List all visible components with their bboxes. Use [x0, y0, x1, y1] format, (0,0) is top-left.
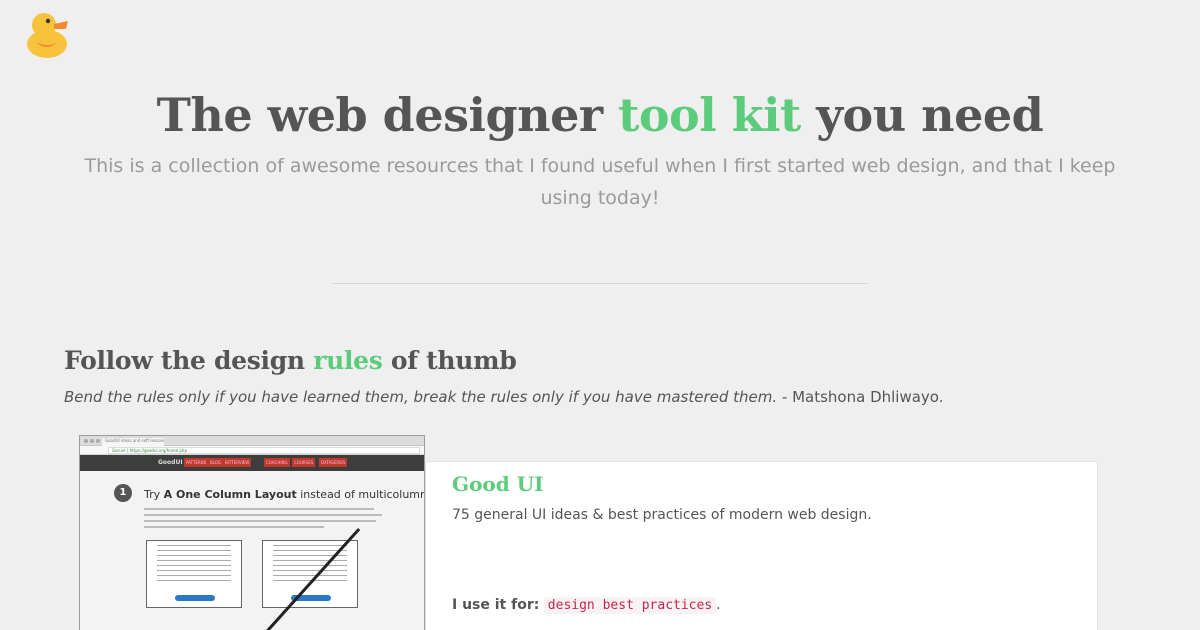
thumb-number-badge: 1 — [114, 484, 132, 502]
resource-description: 75 general UI ideas & best practices of … — [452, 507, 872, 523]
thumb-heading-bold: A One Column Layout — [163, 488, 297, 501]
quote-author: - Matshona Dhliwayo. — [777, 388, 944, 406]
thumb-nav-item: BITTERVIEW — [223, 458, 252, 467]
title-part: you need — [800, 88, 1044, 142]
thumb-nav-item: DATASERIES — [319, 458, 348, 467]
browser-address-bar: Secure | https://goodui.org/home.php — [80, 446, 424, 455]
thumb-multi-column-illustration — [262, 540, 358, 608]
thumb-nav-item: COURSES — [292, 458, 316, 467]
thumb-heading-part: Try — [144, 488, 164, 501]
page-subtitle: This is a collection of awesome resource… — [84, 155, 1116, 209]
resource-screenshot[interactable]: GoodUI ideas and soft lessons Secure | h… — [79, 435, 425, 630]
usage-label: I use it for: — [452, 597, 540, 613]
thumb-cta-button — [175, 595, 215, 601]
thumb-paragraph — [144, 508, 384, 532]
resource-usage: I use it for: design best practices. — [452, 597, 721, 614]
browser-tabbar: GoodUI ideas and soft lessons — [80, 436, 424, 446]
resource-card[interactable]: Good UI 75 general UI ideas & best pract… — [425, 461, 1098, 630]
section-title-part: Follow the design — [64, 346, 314, 375]
usage-tag: design best practices — [543, 597, 717, 614]
thumb-nav-item: BLOG — [208, 458, 224, 467]
window-dot-icon — [96, 439, 100, 443]
thumb-single-column-illustration — [146, 540, 242, 608]
thumb-nav-item: COACHING — [264, 458, 290, 467]
resource-title-link[interactable]: Good UI — [452, 472, 544, 496]
section-title-accent: rules — [313, 346, 383, 375]
title-part: The web designer — [156, 88, 619, 142]
thumb-brand: GoodUI — [158, 459, 183, 466]
page-title: The web designer tool kit you need — [0, 88, 1200, 142]
browser-url: Secure | https://goodui.org/home.php — [108, 447, 420, 454]
browser-tab: GoodUI ideas and soft lessons — [102, 438, 164, 446]
section-divider — [332, 283, 868, 284]
thumb-site-nav: GoodUI PATTERNS BLOG BITTERVIEW COACHING… — [80, 455, 424, 471]
section-title-part: of thumb — [382, 346, 517, 375]
thumb-heading: Try A One Column Layout instead of multi… — [144, 488, 425, 501]
quote-text: Bend the rules only if you have learned … — [64, 388, 778, 406]
title-accent: tool kit — [618, 88, 801, 142]
usage-suffix: . — [716, 597, 721, 613]
section-title: Follow the design rules of thumb — [64, 346, 517, 375]
section-quote: Bend the rules only if you have learned … — [64, 388, 943, 406]
thumb-heading-part: instead of multicolumns. — [296, 488, 425, 501]
thumb-nav-item: PATTERNS — [184, 458, 209, 467]
window-dot-icon — [84, 439, 88, 443]
logo-duck-icon[interactable] — [22, 8, 76, 60]
window-dot-icon — [90, 439, 94, 443]
